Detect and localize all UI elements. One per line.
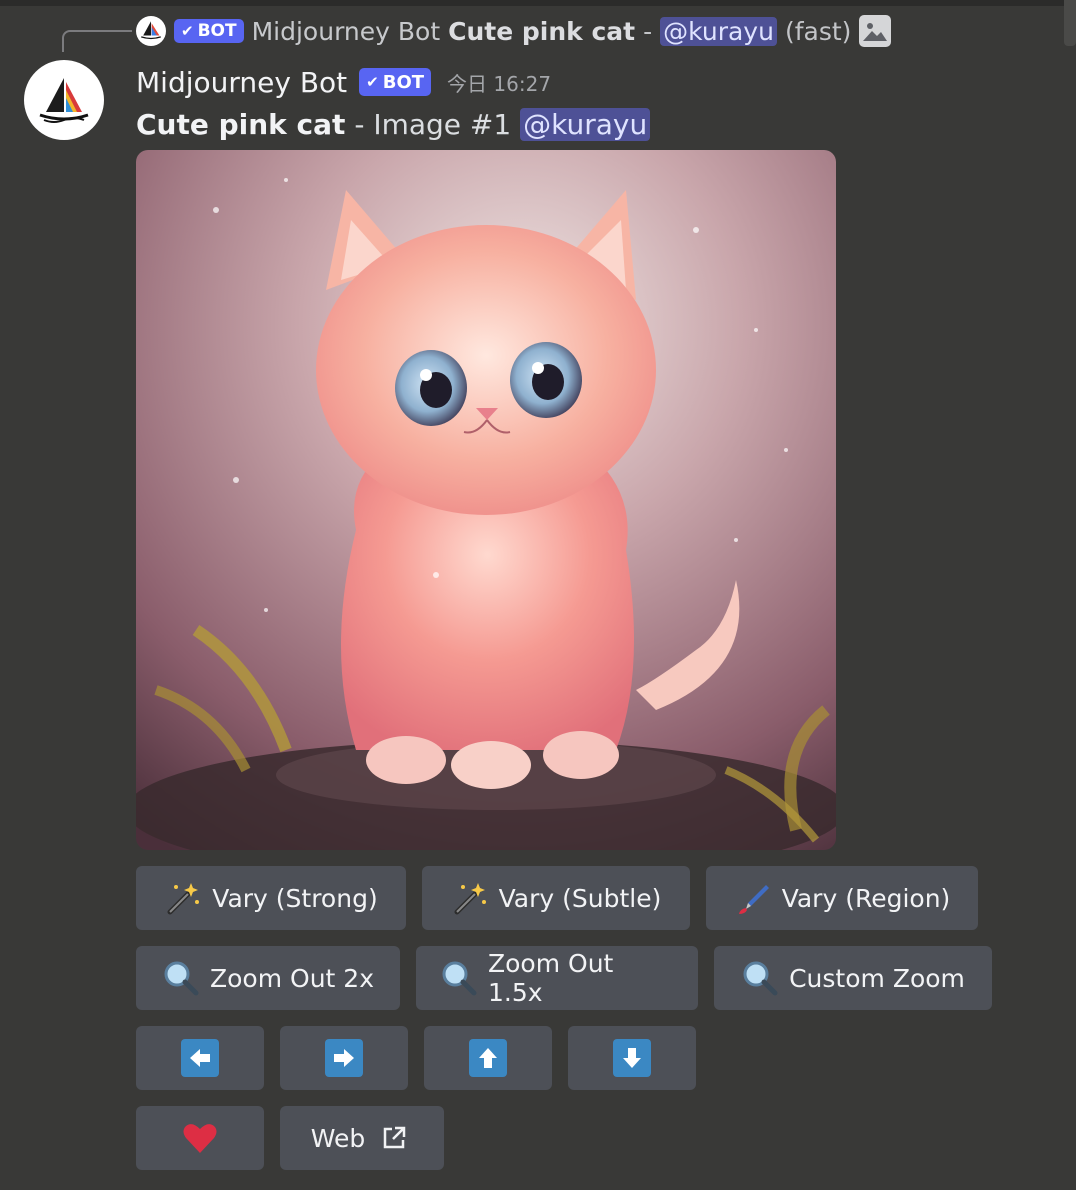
top-divider xyxy=(0,0,1064,6)
message-header: Midjourney Bot ✔ BOT 今日 16:27 xyxy=(136,60,551,104)
button-label: Web xyxy=(310,1123,366,1153)
vary-subtle-button[interactable]: Vary (Subtle) xyxy=(422,866,690,930)
zoom-out-2x-button[interactable]: Zoom Out 2x xyxy=(136,946,400,1010)
reply-author[interactable]: Midjourney Bot xyxy=(252,17,441,46)
arrow-right-icon xyxy=(325,1039,363,1077)
arrow-left-icon xyxy=(181,1039,219,1077)
variation-buttons-row: Vary (Strong) Vary (Subtle) Vary (Region… xyxy=(136,866,978,930)
vary-region-button[interactable]: Vary (Region) xyxy=(706,866,978,930)
button-label: Custom Zoom xyxy=(789,963,965,993)
extra-buttons-row: Web xyxy=(136,1106,444,1170)
reply-mention[interactable]: @kurayu xyxy=(660,16,777,46)
pan-left-button[interactable] xyxy=(136,1026,264,1090)
reply-connector xyxy=(62,30,132,52)
button-label: Vary (Subtle) xyxy=(498,883,662,913)
external-link-icon xyxy=(375,1119,413,1157)
magic-wand-icon xyxy=(451,879,489,917)
pan-right-button[interactable] xyxy=(280,1026,408,1090)
reply-separator: - xyxy=(643,16,653,46)
image-glyph xyxy=(863,23,888,41)
prompt-title: Cute pink cat xyxy=(136,107,346,141)
bot-avatar[interactable] xyxy=(24,60,104,140)
bot-badge-label: BOT xyxy=(382,71,425,93)
arrow-down-icon xyxy=(613,1039,651,1077)
paintbrush-icon xyxy=(734,879,772,917)
pan-up-button[interactable] xyxy=(424,1026,552,1090)
image-icon[interactable] xyxy=(859,15,892,47)
author-name[interactable]: Midjourney Bot xyxy=(136,66,347,99)
bot-badge-label: BOT xyxy=(197,21,237,41)
button-label: Vary (Region) xyxy=(781,883,951,913)
generated-image[interactable] xyxy=(136,150,836,850)
sailboat-logo-icon xyxy=(141,21,161,40)
arrow-up-icon xyxy=(469,1039,507,1077)
vary-strong-button[interactable]: Vary (Strong) xyxy=(136,866,406,930)
heart-icon xyxy=(181,1119,219,1157)
zoom-out-1-5x-button[interactable]: Zoom Out 1.5x xyxy=(416,946,698,1010)
message-content: Cute pink cat - Image #1 @kurayu xyxy=(136,102,651,146)
favorite-button[interactable] xyxy=(136,1106,264,1170)
timestamp[interactable]: 今日 16:27 xyxy=(447,68,551,97)
magnifier-icon xyxy=(741,959,779,997)
reply-title: Cute pink cat xyxy=(448,16,636,46)
magic-wand-icon xyxy=(164,879,202,917)
magnifier-icon xyxy=(162,959,200,997)
magnifier-icon xyxy=(440,959,478,997)
button-label: Zoom Out 2x xyxy=(210,963,374,993)
reply-speed: (fast) xyxy=(784,16,852,46)
custom-zoom-button[interactable]: Custom Zoom xyxy=(714,946,992,1010)
user-mention[interactable]: @kurayu xyxy=(520,107,651,141)
reply-avatar[interactable] xyxy=(136,16,166,46)
button-label: Zoom Out 1.5x xyxy=(488,949,614,1007)
cat-illustration xyxy=(136,150,836,850)
pan-down-button[interactable] xyxy=(568,1026,696,1090)
bot-badge: ✔ BOT xyxy=(359,68,432,96)
verified-check-icon: ✔ xyxy=(181,22,194,40)
button-label: Vary (Strong) xyxy=(212,883,378,913)
scrollbar-thumb[interactable] xyxy=(1064,0,1076,46)
image-label: - Image #1 xyxy=(345,107,521,141)
zoom-buttons-row: Zoom Out 2x Zoom Out 1.5x Custom Zoom xyxy=(136,946,992,1010)
reply-bot-badge: ✔ BOT xyxy=(174,19,244,43)
sailboat-logo-icon xyxy=(39,78,89,123)
reply-preview[interactable]: ✔ BOT Midjourney Bot Cute pink cat - @kur… xyxy=(136,12,892,50)
pan-buttons-row xyxy=(136,1026,696,1090)
verified-check-icon: ✔ xyxy=(366,73,379,91)
web-link-button[interactable]: Web xyxy=(280,1106,444,1170)
